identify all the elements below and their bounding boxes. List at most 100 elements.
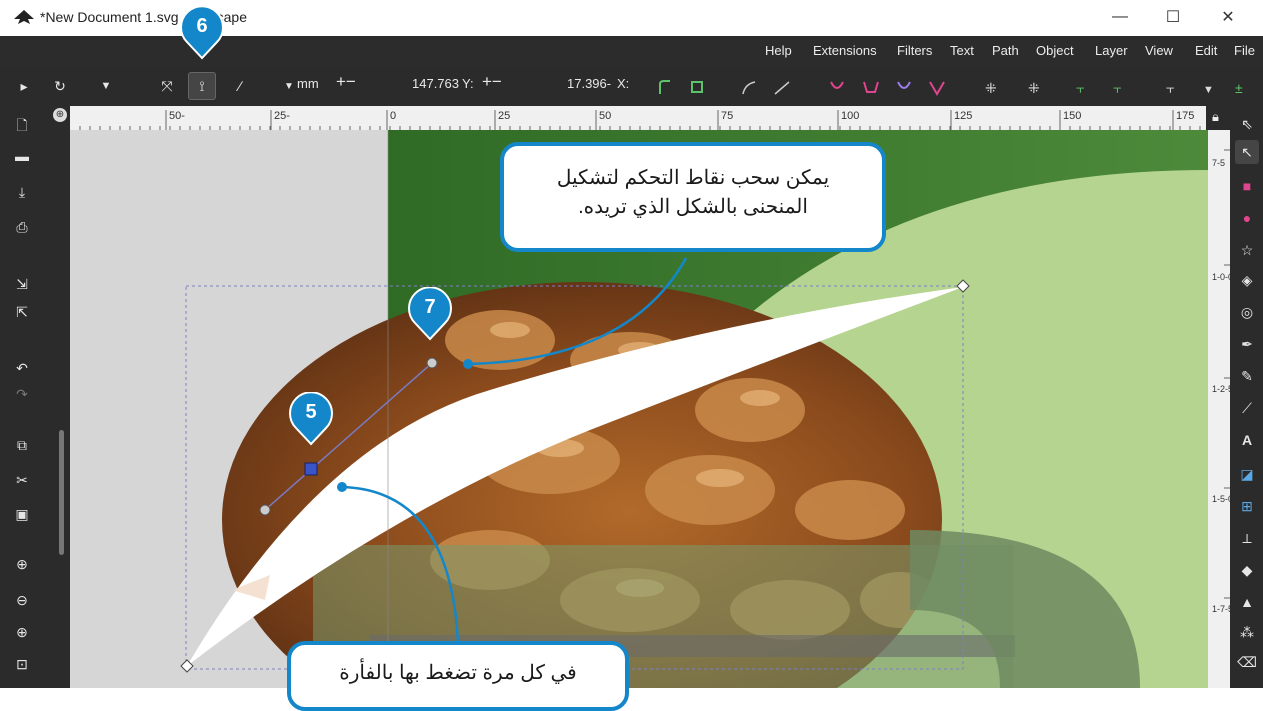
ruler-label: 25 (498, 110, 510, 122)
star-tool-icon[interactable]: ☆ (1235, 238, 1259, 262)
ellipse-tool-icon[interactable]: ● (1235, 206, 1259, 230)
text-tool-icon[interactable]: A (1235, 428, 1259, 452)
tip-callout: يمكن سحب نقاط التحكم لتشكيل المنحنى بالش… (500, 142, 886, 252)
unit-select[interactable]: mm (297, 76, 319, 91)
ruler-label: 100 (841, 110, 859, 122)
pen-tool-icon[interactable]: ✒ (1235, 332, 1259, 356)
undo-icon[interactable]: ↶ (10, 356, 34, 380)
ruler-label: 150 (1063, 110, 1081, 122)
gradient-tool-icon[interactable]: ◪ (1235, 462, 1259, 486)
insert-node-icon: ⫟ (1166, 80, 1174, 96)
vertical-ruler[interactable]: 7-5 1-0-0 1-2-5 1-5-0 1-7-5 (1208, 130, 1230, 688)
make-line-icon (774, 81, 790, 95)
dropper-tool-icon[interactable]: ⟂ (1235, 526, 1259, 550)
save-icon[interactable]: ⤓ (10, 180, 34, 204)
vruler-label: 7-5 (1212, 158, 1225, 168)
menu-object[interactable]: Object (1036, 36, 1074, 66)
delete-segment-icon: ⫟ (1113, 80, 1121, 96)
vruler-label: 1-5-0 (1212, 494, 1230, 504)
vruler-label: 1-0-0 (1212, 272, 1230, 282)
redo-icon[interactable]: ↷ (10, 382, 34, 406)
play-icon[interactable]: ▸ (10, 72, 38, 100)
symmetric-node-icon (897, 81, 911, 89)
menu-file[interactable]: File (1234, 36, 1255, 66)
menu-extensions[interactable]: Extensions (813, 36, 877, 66)
node-tool-icon[interactable]: ↖ (1235, 140, 1259, 164)
selected-node (304, 462, 318, 476)
maximize-button[interactable]: ☐ (1150, 4, 1196, 30)
x-label: X: (617, 76, 630, 91)
badge-number: 6 (196, 15, 208, 37)
minimize-button[interactable]: — (1097, 4, 1143, 30)
auto-smooth-node-icon (929, 81, 945, 96)
zoom-icon[interactable]: ⊕ (53, 108, 67, 122)
ruler-label: 25- (274, 110, 290, 122)
dropdown-arrow-icon[interactable]: ▼ (92, 72, 120, 100)
ruler-label: 0 (390, 110, 396, 122)
3d-box-tool-icon[interactable]: ◈ (1235, 268, 1259, 292)
open-file-icon[interactable]: ▬ (10, 144, 34, 168)
mesh-tool-icon[interactable]: ⊞ (1235, 494, 1259, 518)
left-commands-bar: 🗋︎ ▬ ⤓ ⎙ ⇲ ⇱ ↶ ↷ ⧉ ✂ ▣ ⊕ ⊖ ⊕ ⊡ (0, 117, 70, 688)
x-value-field[interactable]: 17.396- (567, 76, 611, 91)
make-curve-icon (742, 81, 756, 95)
horizontal-ruler[interactable]: 50- 25- 0 25 50 75 100 125 150 175 (70, 106, 1208, 130)
toolbox: ⇖ ↖ ■ ● ☆ ◈ ◎ ✒ ✎ ⟋ A ◪ ⊞ ⟂ ◆ ▲ ⁂ ⌫ (1230, 106, 1263, 688)
y-label: Y: (462, 76, 474, 91)
paste-icon[interactable]: ▣ (10, 502, 34, 526)
node-operations-icons[interactable]: ⁜ ⁜ ⫟ ⫟ ⫟ ▼ ± (655, 78, 1245, 98)
export-icon[interactable]: ⇱ (10, 300, 34, 324)
scrollbar[interactable] (59, 430, 64, 555)
zoom-page-icon[interactable]: ⊕ (10, 620, 34, 644)
badge-number: 5 (305, 401, 317, 423)
zoom-drawing-icon[interactable]: ⊖ (10, 588, 34, 612)
cut-icon[interactable]: ✂ (10, 468, 34, 492)
x-stepper[interactable]: +− (482, 72, 502, 92)
spiral-tool-icon[interactable]: ◎ (1235, 300, 1259, 324)
copy-icon[interactable]: ⧉ (10, 433, 34, 457)
join-nodes-icon: ⁜ (985, 80, 997, 96)
eraser-tool-icon[interactable]: ⌫ (1235, 650, 1259, 674)
pencil-tool-icon[interactable]: ✎ (1235, 364, 1259, 388)
calligraphy-tool-icon[interactable]: ⟋ (1235, 396, 1259, 420)
node-insert-icon[interactable]: ⟟ (188, 72, 216, 100)
add-node-icon: ± (1235, 80, 1243, 96)
tip-callout-bottom: في كل مرة تضغط بها بالفأرة (287, 641, 629, 711)
rectangle-tool-icon[interactable]: ■ (1235, 174, 1259, 198)
spray-tool-icon[interactable]: ⁂ (1235, 620, 1259, 644)
ruler-label: 50 (599, 110, 611, 122)
menu-filters[interactable]: Filters (897, 36, 932, 66)
print-icon[interactable]: ⎙ (10, 215, 34, 239)
node-select-all-icon[interactable]: ⤧ (153, 72, 181, 100)
menu-view[interactable]: View (1145, 36, 1173, 66)
import-icon[interactable]: ⇲ (10, 272, 34, 296)
close-button[interactable]: ✕ (1205, 4, 1251, 30)
break-path-icon: ⁜ (1028, 80, 1040, 96)
lock-icon[interactable]: 🔒︎ (1212, 109, 1219, 125)
smooth-node-icon (863, 81, 879, 93)
y-value-field[interactable]: 147.763 (412, 76, 459, 91)
unit-dropdown-icon[interactable]: ▼ (282, 72, 296, 100)
menu-text[interactable]: Text (950, 36, 974, 66)
tweak-tool-icon[interactable]: ▲ (1235, 590, 1259, 614)
zoom-fit-icon[interactable]: ⊡ (10, 652, 34, 676)
path-to-object-icon (659, 80, 670, 94)
new-document-icon[interactable]: 🗋︎ (10, 115, 34, 139)
menu-path[interactable]: Path (992, 36, 1019, 66)
more-options-icon: ▼ (1203, 84, 1214, 96)
selector-tool-icon[interactable]: ⇖ (1235, 112, 1259, 136)
step-badge-6: 6 (179, 5, 225, 60)
tip-callout-bottom-text: في كل مرة تضغط بها بالفأرة (339, 662, 577, 684)
menu-layer[interactable]: Layer (1095, 36, 1128, 66)
bezier-curve-icon[interactable]: ∕ (226, 72, 254, 100)
paint-bucket-tool-icon[interactable]: ◆ (1235, 558, 1259, 582)
connector-dot (463, 359, 473, 369)
y-stepper[interactable]: +− (336, 72, 356, 92)
menu-help[interactable]: Help (765, 36, 792, 66)
menu-edit[interactable]: Edit (1195, 36, 1217, 66)
rotate-icon[interactable]: ↻ (46, 72, 74, 100)
vruler-label: 1-2-5 (1212, 384, 1230, 394)
zoom-selection-icon[interactable]: ⊕ (10, 552, 34, 576)
ruler-label: 175 (1176, 110, 1194, 122)
tip-callout-text: يمكن سحب نقاط التحكم لتشكيل المنحنى بالش… (556, 167, 830, 218)
